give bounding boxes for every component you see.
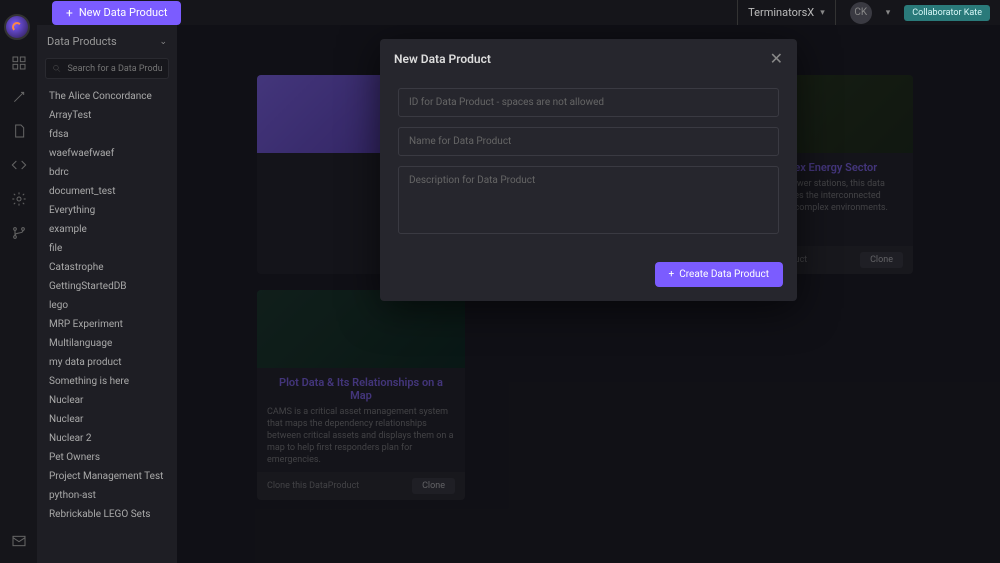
sidebar-item[interactable]: waefwaefwaef bbox=[37, 144, 177, 163]
code-icon[interactable] bbox=[11, 157, 27, 173]
new-data-product-modal: New Data Product ✕ + Create Data Product bbox=[380, 39, 797, 301]
create-data-product-button[interactable]: + Create Data Product bbox=[655, 262, 783, 287]
gear-icon[interactable] bbox=[11, 191, 27, 207]
sidebar-item[interactable]: Something is here bbox=[37, 372, 177, 391]
document-icon[interactable] bbox=[11, 123, 27, 139]
content-area: Relationships Between People, Real Estat… bbox=[177, 25, 1000, 563]
sidebar-item[interactable]: GettingStartedDB bbox=[37, 277, 177, 296]
sidebar-search[interactable] bbox=[45, 58, 169, 79]
left-nav bbox=[0, 25, 37, 563]
new-button-label: New Data Product bbox=[79, 6, 168, 19]
modal-body bbox=[380, 78, 797, 252]
topbar-right: TerminatorsX ▾ CK ▾ Collaborator Kate bbox=[737, 0, 990, 25]
branch-icon[interactable] bbox=[11, 225, 27, 241]
avatar-menu-caret[interactable]: ▾ bbox=[886, 8, 891, 18]
sidebar-item[interactable]: file bbox=[37, 239, 177, 258]
modal-footer: + Create Data Product bbox=[380, 252, 797, 301]
sidebar-item[interactable]: Nuclear bbox=[37, 410, 177, 429]
sidebar-item[interactable]: Multilanguage bbox=[37, 334, 177, 353]
sidebar: Data Products ⌄ The Alice ConcordanceArr… bbox=[37, 25, 177, 563]
close-icon[interactable]: ✕ bbox=[770, 49, 783, 68]
sidebar-item[interactable]: Pet Owners bbox=[37, 448, 177, 467]
product-description-input[interactable] bbox=[398, 166, 779, 234]
create-button-label: Create Data Product bbox=[679, 269, 769, 280]
sidebar-item[interactable]: bdrc bbox=[37, 163, 177, 182]
app-logo[interactable] bbox=[4, 14, 30, 40]
chevron-down-icon: ▾ bbox=[820, 8, 825, 18]
sidebar-item[interactable]: Rebrickable LEGO Sets bbox=[37, 505, 177, 524]
sidebar-item[interactable]: my data product bbox=[37, 353, 177, 372]
sidebar-item[interactable]: lego bbox=[37, 296, 177, 315]
sidebar-item[interactable]: python-ast bbox=[37, 486, 177, 505]
sidebar-item[interactable]: Nuclear bbox=[37, 391, 177, 410]
sidebar-item[interactable]: example bbox=[37, 220, 177, 239]
org-selector[interactable]: TerminatorsX ▾ bbox=[737, 0, 836, 25]
sidebar-item[interactable]: fdsa bbox=[37, 125, 177, 144]
sidebar-item[interactable]: Project Management Test bbox=[37, 467, 177, 486]
plus-icon: + bbox=[66, 6, 73, 20]
sidebar-item[interactable]: ArrayTest bbox=[37, 106, 177, 125]
sidebar-item[interactable]: MRP Experiment bbox=[37, 315, 177, 334]
collaborator-badge: Collaborator Kate bbox=[904, 5, 990, 21]
sidebar-item[interactable]: Everything bbox=[37, 201, 177, 220]
main: Data Products ⌄ The Alice ConcordanceArr… bbox=[0, 25, 1000, 563]
search-icon bbox=[52, 63, 61, 74]
avatar[interactable]: CK bbox=[850, 2, 872, 24]
avatar-initials: CK bbox=[854, 7, 867, 18]
sidebar-item[interactable]: document_test bbox=[37, 182, 177, 201]
chevron-down-icon: ⌄ bbox=[159, 37, 167, 47]
sidebar-list[interactable]: The Alice ConcordanceArrayTestfdsawaefwa… bbox=[37, 87, 177, 563]
product-name-input[interactable] bbox=[398, 127, 779, 156]
mail-icon[interactable] bbox=[11, 533, 27, 549]
org-name: TerminatorsX bbox=[748, 6, 814, 19]
topbar-left: + New Data Product bbox=[10, 1, 181, 25]
grid-icon[interactable] bbox=[11, 55, 27, 71]
sidebar-item[interactable]: The Alice Concordance bbox=[37, 87, 177, 106]
modal-header: New Data Product ✕ bbox=[380, 39, 797, 78]
modal-backdrop[interactable]: New Data Product ✕ + Create Data Product bbox=[177, 25, 1000, 563]
sidebar-heading-label: Data Products bbox=[47, 35, 117, 48]
topbar: + New Data Product TerminatorsX ▾ CK ▾ C… bbox=[0, 0, 1000, 25]
wand-icon[interactable] bbox=[11, 89, 27, 105]
product-id-input[interactable] bbox=[398, 88, 779, 117]
modal-title: New Data Product bbox=[394, 52, 491, 66]
sidebar-item[interactable]: Catastrophe bbox=[37, 258, 177, 277]
sidebar-heading[interactable]: Data Products ⌄ bbox=[37, 25, 177, 54]
search-input[interactable] bbox=[67, 64, 162, 74]
new-data-product-button[interactable]: + New Data Product bbox=[52, 1, 181, 25]
sidebar-item[interactable]: Nuclear 2 bbox=[37, 429, 177, 448]
plus-icon: + bbox=[669, 269, 675, 280]
